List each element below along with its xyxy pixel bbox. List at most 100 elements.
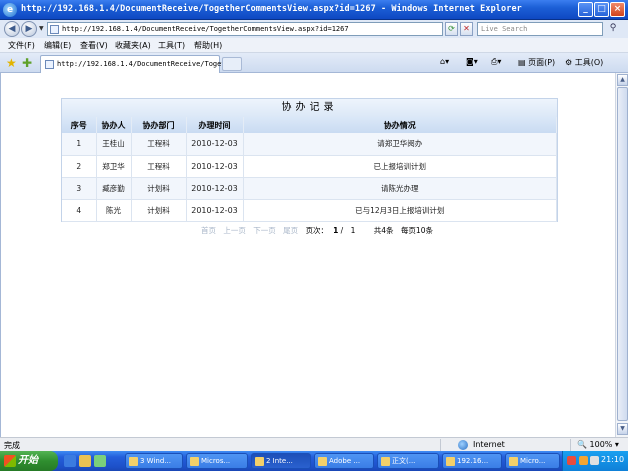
tab-bar: ★ ✚ http://192.168.1.4/DocumentReceive/T…	[0, 53, 628, 73]
ie-logo-icon: e	[3, 3, 17, 17]
first-page-link[interactable]: 首页	[201, 226, 216, 235]
security-zone: Internet	[473, 440, 505, 449]
table-row: 4 陈光 计划科 2010-12-03 已与12月3日上报培训计划	[62, 199, 557, 222]
taskbar-item-active[interactable]: 2 Inte...	[251, 453, 311, 469]
menu-help[interactable]: 帮助(H)	[194, 40, 222, 51]
menu-favorites[interactable]: 收藏夹(A)	[115, 40, 151, 51]
taskbar-item[interactable]: 192.16...	[442, 453, 502, 469]
search-icon[interactable]: ⚲	[604, 22, 622, 36]
prev-page-link[interactable]: 上一页	[223, 226, 246, 235]
panel-title: 协办记录	[62, 99, 557, 117]
vertical-scrollbar[interactable]: ▲ ▼	[615, 73, 628, 437]
quicklaunch-desktop-icon[interactable]	[79, 455, 91, 467]
back-button[interactable]: ◀	[4, 21, 20, 37]
new-tab-button[interactable]	[222, 57, 242, 71]
cell-dept: 工程科	[131, 133, 187, 156]
quicklaunch-ie-icon[interactable]	[64, 455, 76, 467]
cell-date: 2010-12-03	[186, 199, 244, 222]
taskbar-item-label: 192.16...	[457, 457, 489, 465]
menu-view[interactable]: 查看(V)	[80, 40, 108, 51]
page-icon: ▤	[518, 58, 526, 67]
status-text: 完成	[4, 441, 20, 450]
scroll-down-icon[interactable]: ▼	[617, 423, 628, 435]
zoom-value: 100%	[589, 440, 613, 449]
cell-person: 王桂山	[96, 133, 132, 156]
menu-edit[interactable]: 编辑(E)	[44, 40, 71, 51]
favorites-star-icon[interactable]: ★	[6, 56, 17, 70]
quicklaunch-media-icon[interactable]	[94, 455, 106, 467]
scroll-thumb[interactable]	[617, 87, 628, 421]
minimize-button[interactable]: _	[578, 2, 593, 17]
forward-button[interactable]: ▶	[21, 21, 37, 37]
search-input[interactable]: Live Search	[477, 22, 603, 36]
tray-icon[interactable]	[567, 456, 576, 465]
cell-status: 请郑卫华阅办	[243, 133, 557, 156]
app-icon	[190, 457, 199, 466]
history-dropdown-icon[interactable]: ▼	[39, 25, 44, 32]
cell-person: 郑卫华	[96, 155, 132, 178]
taskbar-item[interactable]: 正文(...	[377, 453, 439, 469]
next-page-link[interactable]: 下一页	[253, 226, 276, 235]
window-title-bar[interactable]: e http://192.168.1.4/DocumentReceive/Tog…	[0, 0, 628, 20]
per-page-count: 每页10条	[400, 226, 433, 235]
tab-page-icon	[45, 60, 54, 69]
column-header-no: 序号	[62, 117, 97, 133]
taskbar-item[interactable]: Micros...	[186, 453, 248, 469]
taskbar-item-label: 3 Wind...	[140, 457, 171, 465]
close-button[interactable]: ×	[610, 2, 625, 17]
home-icon[interactable]: ⌂▾	[440, 57, 449, 66]
ie-icon	[446, 457, 455, 466]
cell-no: 1	[62, 133, 97, 156]
window-title: http://192.168.1.4/DocumentReceive/Toget…	[21, 4, 522, 14]
last-page-link[interactable]: 尾页	[283, 226, 298, 235]
column-header-date: 办理时间	[186, 117, 244, 133]
page-separator: /	[340, 226, 344, 235]
table-row: 2 郑卫华 工程科 2010-12-03 已上报培训计划	[62, 155, 557, 178]
cell-status: 已与12月3日上报培训计划	[243, 199, 557, 222]
taskbar-item-label: Adobe ...	[329, 457, 361, 465]
address-url[interactable]: http://192.168.1.4/DocumentReceive/Toget…	[62, 25, 349, 33]
zoom-level[interactable]: 🔍 100% ▾	[577, 440, 619, 449]
cell-dept: 计划科	[131, 177, 187, 200]
page-current: 1	[333, 226, 339, 235]
address-bar[interactable]: http://192.168.1.4/DocumentReceive/Toget…	[47, 22, 443, 36]
refresh-button[interactable]: ⟳	[445, 22, 458, 36]
stop-button[interactable]: ✕	[460, 22, 473, 36]
cell-dept: 计划科	[131, 199, 187, 222]
page-menu-button[interactable]: ▤ 页面(P)	[518, 57, 555, 68]
page-indicator: 页次： 1 / 1	[306, 226, 361, 235]
cell-no: 3	[62, 177, 97, 200]
total-count: 共4条	[373, 226, 394, 235]
add-favorites-icon[interactable]: ✚	[22, 56, 32, 70]
tab-active[interactable]: http://192.168.1.4/DocumentReceive/Toget…	[40, 55, 242, 73]
address-toolbar: ◀ ▶ ▼ http://192.168.1.4/DocumentReceive…	[0, 20, 628, 38]
taskbar-item[interactable]: Adobe ...	[314, 453, 374, 469]
taskbar-item-label: 2 Inte...	[266, 457, 293, 465]
page-icon	[50, 25, 59, 34]
document-icon	[381, 457, 390, 466]
taskbar-item-label: Micros...	[201, 457, 231, 465]
start-button[interactable]: 开始	[0, 451, 58, 471]
feeds-icon[interactable]: ◙▾	[466, 57, 478, 66]
status-bar: 完成 Internet 🔍 100% ▾	[0, 437, 628, 451]
cell-person: 陈光	[96, 199, 132, 222]
menu-tools[interactable]: 工具(T)	[158, 40, 185, 51]
scroll-up-icon[interactable]: ▲	[617, 74, 628, 86]
cell-status: 请陈光办理	[243, 177, 557, 200]
tray-icon[interactable]	[579, 456, 588, 465]
tray-icon[interactable]	[590, 456, 599, 465]
tab-title: http://192.168.1.4/DocumentReceive/Toget…	[57, 60, 243, 68]
table-row: 3 臧彦勤 计划科 2010-12-03 请陈光办理	[62, 177, 557, 200]
pagination: 首页 上一页 下一页 尾页 页次： 1 / 1 共4条 每页10条	[201, 225, 438, 237]
search-placeholder: Live Search	[481, 25, 528, 33]
tools-menu-button[interactable]: ⚙ 工具(O)	[565, 57, 603, 68]
maximize-button[interactable]: □	[594, 2, 609, 17]
cell-date: 2010-12-03	[186, 155, 244, 178]
page-label: 页次：	[305, 226, 329, 235]
taskbar-item[interactable]: Micro...	[505, 453, 560, 469]
cell-no: 4	[62, 199, 97, 222]
print-icon[interactable]: ⎙▾	[491, 57, 501, 67]
records-table: 序号 协办人 协办部门 办理时间 协办情况 1 王桂山 工程科 2010-12-…	[62, 117, 557, 222]
menu-file[interactable]: 文件(F)	[8, 40, 35, 51]
taskbar-item[interactable]: 3 Wind...	[125, 453, 183, 469]
